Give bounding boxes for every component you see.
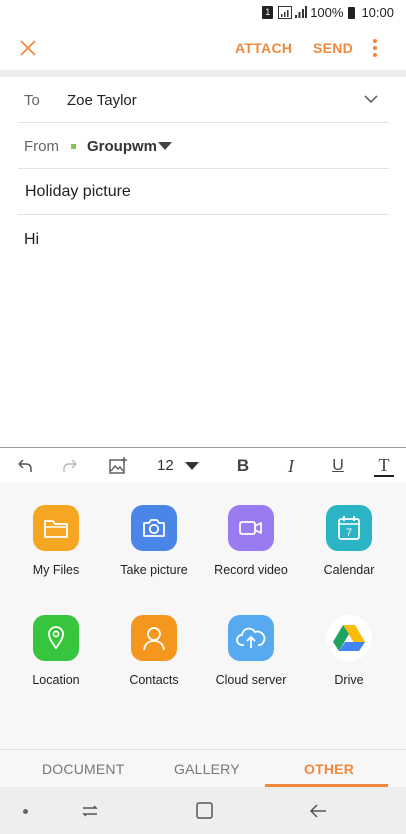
to-label: To (24, 92, 40, 109)
recent-apps-icon[interactable] (80, 801, 100, 821)
folder-icon (33, 505, 79, 551)
clock: 10:00 (361, 5, 394, 20)
attach-option-my-files[interactable]: My Files (6, 505, 106, 577)
app-label: Contacts (129, 673, 179, 687)
google-drive-icon (326, 615, 372, 661)
cloud-upload-icon (228, 615, 274, 661)
attach-option-contacts[interactable]: Contacts (104, 615, 204, 687)
from-field[interactable]: From Groupwm (18, 123, 389, 169)
location-pin-icon (33, 615, 79, 661)
battery-icon (348, 6, 356, 19)
chevron-down-icon[interactable] (363, 93, 379, 105)
app-label: Take picture (120, 563, 188, 577)
subject-field[interactable]: Holiday picture (18, 169, 389, 215)
redo-icon[interactable] (61, 455, 81, 477)
video-camera-icon (228, 505, 274, 551)
bold-button[interactable]: B (233, 455, 253, 477)
app-label: Location (32, 673, 80, 687)
italic-button[interactable]: I (281, 455, 301, 477)
signal-icon (278, 6, 293, 19)
from-account[interactable]: Groupwm (87, 138, 157, 155)
text-color-button[interactable]: T (374, 455, 394, 477)
from-label: From (24, 138, 59, 155)
message-body[interactable]: Hi (24, 231, 39, 249)
font-size-dropdown-icon[interactable] (185, 462, 199, 470)
font-size-value[interactable]: 12 (157, 457, 174, 474)
attach-option-drive[interactable]: Drive (299, 615, 399, 687)
app-label: Cloud server (215, 673, 287, 687)
attachment-panel: My Files Take picture Record video 7 Cal… (0, 483, 406, 786)
camera-icon (131, 505, 177, 551)
cellular-signal-icon (295, 6, 308, 18)
attach-option-calendar[interactable]: 7 Calendar (299, 505, 399, 577)
status-indicators: 1 100% 10:00 (262, 5, 394, 20)
attach-option-take-picture[interactable]: Take picture (104, 505, 204, 577)
to-field[interactable]: To Zoe Taylor (18, 77, 389, 123)
underline-button[interactable]: U (328, 455, 348, 477)
insert-image-icon[interactable] (108, 455, 128, 477)
status-bar: 1 100% 10:00 (0, 0, 406, 26)
attach-option-location[interactable]: Location (6, 615, 106, 687)
subject-input[interactable]: Holiday picture (25, 183, 131, 201)
compose-app-bar: ATTACH SEND (0, 26, 406, 70)
system-navigation-bar (0, 787, 406, 834)
attach-option-cloud-server[interactable]: Cloud server (201, 615, 301, 687)
attachment-source-tabs: DOCUMENT GALLERY OTHER (0, 749, 406, 787)
sim-icon: 1 (262, 6, 274, 19)
app-label: My Files (32, 563, 80, 577)
back-icon[interactable] (307, 801, 329, 821)
calendar-icon: 7 (326, 505, 372, 551)
app-label: Calendar (323, 563, 375, 577)
attach-button[interactable]: ATTACH (235, 40, 292, 56)
send-button[interactable]: SEND (313, 40, 353, 56)
tab-gallery[interactable]: GALLERY (174, 761, 240, 777)
undo-icon[interactable] (14, 455, 34, 477)
attach-option-record-video[interactable]: Record video (201, 505, 301, 577)
battery-percent: 100% (310, 5, 344, 20)
home-icon[interactable] (195, 800, 215, 822)
close-icon[interactable] (16, 36, 40, 60)
more-options-icon[interactable] (366, 36, 384, 60)
contacts-icon (131, 615, 177, 661)
account-color-dot (71, 144, 76, 149)
app-label: Drive (334, 673, 364, 687)
format-toolbar: 12 B I U T (0, 447, 406, 483)
nav-dot-icon[interactable] (23, 809, 28, 814)
app-label: Record video (214, 563, 288, 577)
dropdown-caret-icon[interactable] (158, 142, 172, 150)
tab-document[interactable]: DOCUMENT (42, 761, 124, 777)
to-recipient[interactable]: Zoe Taylor (67, 92, 137, 109)
header-divider (0, 70, 406, 77)
calendar-day: 7 (346, 527, 352, 539)
tab-other[interactable]: OTHER (304, 761, 354, 777)
